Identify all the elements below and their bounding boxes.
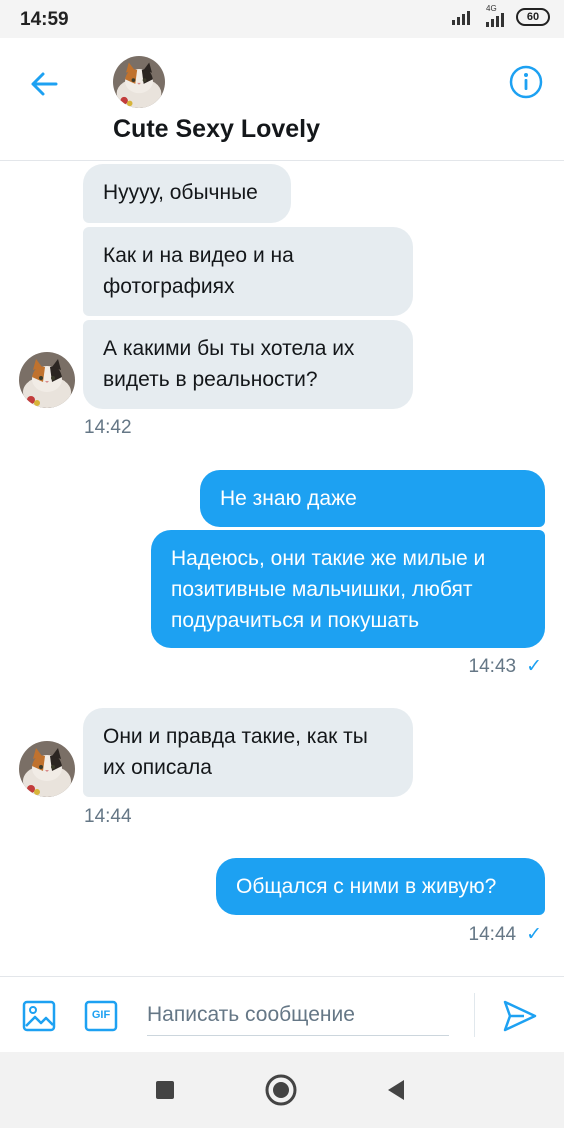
status-time: 14:59 — [20, 9, 69, 30]
incoming-message[interactable]: Они и правда такие, как ты их описала — [83, 708, 413, 797]
incoming-message[interactable]: А какими бы ты хотела их видеть в реальн… — [83, 320, 413, 409]
signal-icon — [452, 11, 470, 25]
outgoing-message[interactable]: Не знаю даже — [200, 470, 545, 527]
conversation-header: Cute Sexy Lovely — [0, 38, 564, 161]
back-arrow-icon — [31, 72, 58, 96]
send-icon — [503, 1000, 537, 1032]
message-timestamp: 14:43 ✓ — [469, 655, 542, 678]
battery-icon: 60 — [516, 8, 550, 26]
message-text: Надеюсь, они такие же милые и позитивные… — [171, 547, 486, 632]
message-timestamp: 14:44 — [84, 806, 132, 827]
conversation-title[interactable]: Cute Sexy Lovely — [113, 115, 320, 144]
outgoing-message[interactable]: Общался с ними в живую? — [216, 858, 545, 915]
message-text: Как и на видео и на фотографиях — [103, 244, 294, 298]
outgoing-message[interactable]: Надеюсь, они такие же милые и позитивные… — [151, 530, 545, 648]
message-text: Они и правда такие, как ты их описала — [103, 725, 368, 779]
message-timestamp: 14:42 — [84, 417, 132, 438]
image-icon — [22, 1000, 56, 1032]
info-button[interactable] — [508, 64, 544, 100]
battery-level: 60 — [526, 11, 540, 23]
add-gif-button[interactable]: GIF — [84, 999, 118, 1033]
system-nav-bar — [0, 1052, 564, 1128]
sent-check-icon: ✓ — [526, 924, 542, 945]
sent-check-icon: ✓ — [526, 656, 542, 677]
header-avatar[interactable] — [113, 56, 165, 108]
recents-button[interactable] — [149, 1074, 181, 1106]
gif-label: GIF — [91, 1009, 111, 1021]
back-triangle-icon — [388, 1080, 404, 1100]
send-button[interactable] — [502, 999, 538, 1033]
incoming-message[interactable]: Нуууу, обычные — [83, 164, 291, 223]
message-input[interactable] — [147, 995, 449, 1036]
timestamp-text: 14:43 — [468, 656, 517, 677]
message-text: А какими бы ты хотела их видеть в реальн… — [103, 337, 355, 391]
message-list[interactable]: Нуууу, обычные Как и на видео и на фотог… — [0, 160, 564, 976]
back-button[interactable] — [26, 66, 62, 102]
status-bar: 14:59 4G 60 — [0, 0, 564, 38]
add-image-button[interactable] — [22, 999, 56, 1033]
sender-avatar[interactable] — [19, 741, 75, 797]
message-text: Нуууу, обычные — [103, 181, 258, 204]
message-composer: GIF — [0, 976, 564, 1053]
signal-4g-icon: 4G — [482, 4, 508, 27]
status-icons: 4G 60 — [452, 4, 550, 27]
sender-avatar[interactable] — [19, 352, 75, 408]
message-text: Не знаю даже — [220, 487, 357, 510]
cat-avatar-image — [19, 352, 75, 408]
incoming-message[interactable]: Как и на видео и на фотографиях — [83, 227, 413, 316]
back-nav-button[interactable] — [380, 1074, 412, 1106]
info-icon — [509, 65, 543, 99]
cat-avatar-image — [19, 741, 75, 797]
message-timestamp: 14:44 ✓ — [469, 923, 542, 946]
message-text: Общался с ними в живую? — [236, 875, 497, 898]
stop-square-icon — [156, 1081, 174, 1099]
timestamp-text: 14:44 — [468, 924, 517, 945]
composer-divider — [474, 993, 475, 1037]
home-circle-icon — [265, 1074, 297, 1106]
home-button[interactable] — [265, 1074, 297, 1106]
cat-avatar-image — [113, 56, 165, 108]
